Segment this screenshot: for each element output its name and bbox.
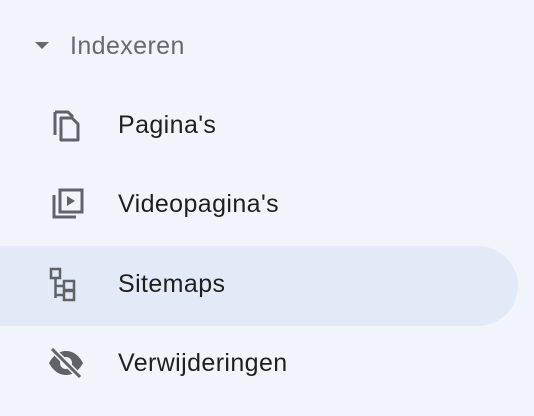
sidebar-item-paginas[interactable]: Pagina's [0,87,518,167]
sidebar-item-label: Verwijderingen [118,349,288,377]
section-title: Indexeren [70,32,185,60]
sidebar-item-videopaginas[interactable]: Videopagina's [0,166,518,246]
sidebar-nav: Indexeren Pagina's Videopagina's Sitemap… [0,0,534,416]
sidebar-item-label: Videopagina's [118,190,280,218]
pages-icon [46,105,86,145]
sidebar-item-label: Pagina's [118,111,217,139]
video-pages-icon [46,184,86,224]
sidebar-item-sitemaps[interactable]: Sitemaps [0,246,518,326]
sidebar-item-label: Sitemaps [118,270,226,298]
sidebar-item-verwijderingen[interactable]: Verwijderingen [0,325,518,405]
section-header-indexeren[interactable]: Indexeren [0,18,534,74]
eye-off-icon [46,343,86,383]
sitemap-icon [46,264,86,304]
caret-down-icon [34,41,50,51]
